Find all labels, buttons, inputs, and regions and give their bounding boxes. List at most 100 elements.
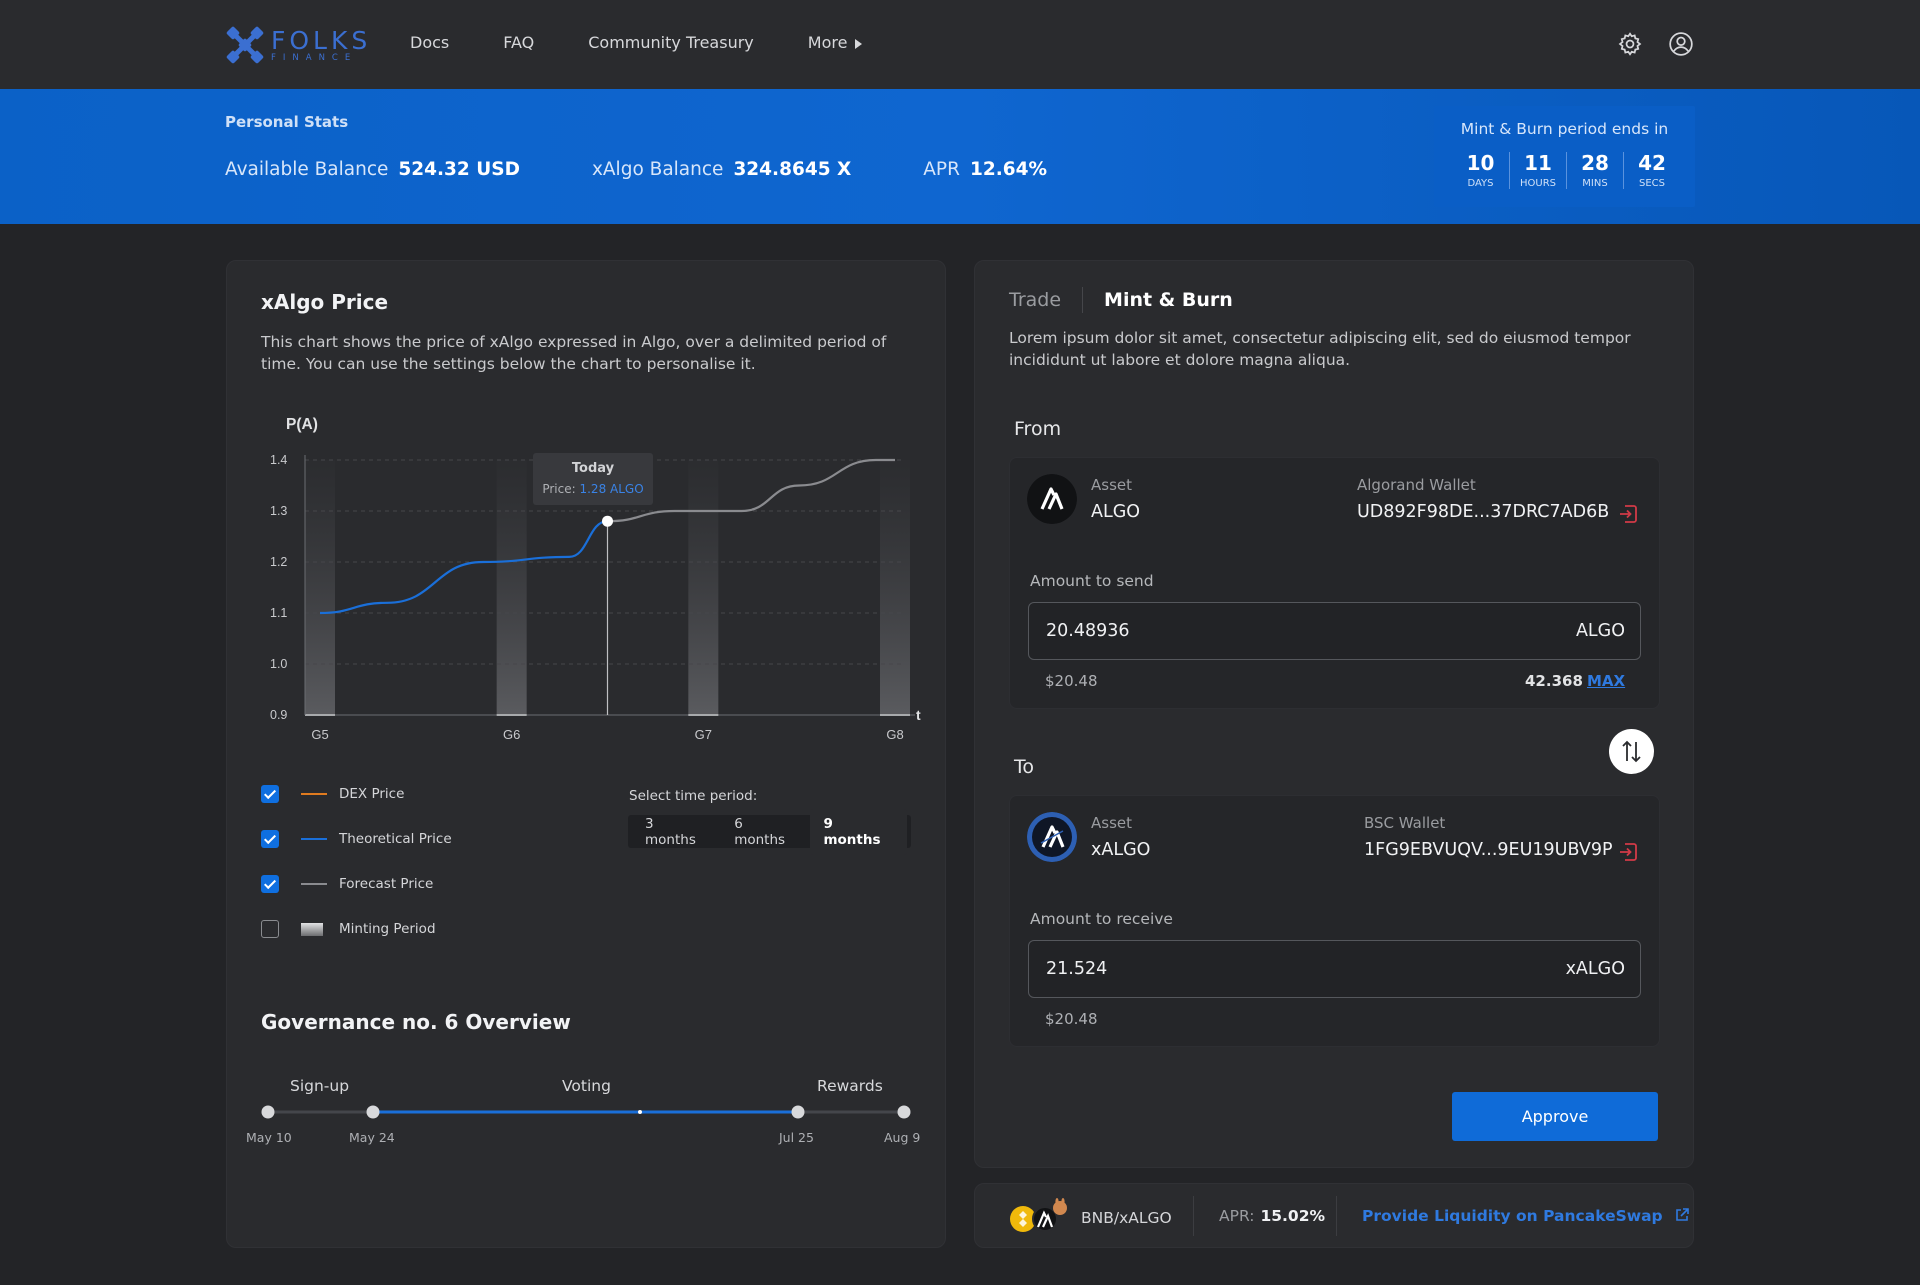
x-axis-label: t — [916, 707, 921, 723]
countdown-days: 10 DAYS — [1452, 152, 1509, 189]
checkbox-minting-period[interactable] — [261, 920, 279, 938]
phase-voting: Voting — [562, 1077, 611, 1095]
countdown-title: Mint & Burn period ends in — [1460, 120, 1669, 138]
tooltip-title: Today — [571, 461, 615, 476]
chart-tooltip: Today Price: 1.28 ALGO — [533, 453, 653, 505]
nav-community-treasury[interactable]: Community Treasury — [588, 33, 754, 52]
nav-docs[interactable]: Docs — [410, 33, 449, 52]
nav-faq[interactable]: FAQ — [503, 33, 534, 52]
tab-mint-burn[interactable]: Mint & Burn — [1104, 289, 1233, 311]
xalgo-balance-stat: xAlgo Balance 324.8645 X — [592, 159, 851, 180]
amount-to-send-value: 20.48936 — [1046, 621, 1130, 641]
amount-to-receive-value: 21.524 — [1046, 959, 1108, 979]
legend-label-forecast: Forecast Price — [339, 876, 434, 892]
logo-subtext: FINANCE — [271, 52, 358, 63]
timeline-date-1: May 24 — [349, 1130, 395, 1145]
tooltip-price: Price: 1.28 ALGO — [533, 482, 653, 496]
countdown-secs: 42 SECS — [1623, 152, 1680, 189]
minting-period-bar — [305, 460, 335, 715]
checkbox-dex-price[interactable] — [261, 785, 279, 803]
y-tick-label: 1.4 — [270, 453, 287, 467]
timeline-current-marker — [638, 1110, 642, 1114]
liquidity-divider — [1193, 1196, 1194, 1236]
legend-label-dex: DEX Price — [339, 786, 405, 802]
countdown-mins-value: 28 — [1581, 151, 1609, 175]
legend-dex-price[interactable]: DEX Price — [261, 784, 452, 804]
y-tick-label: 0.9 — [270, 708, 287, 722]
personal-stats-title: Personal Stats — [225, 113, 349, 131]
pancakeswap-icon — [1053, 1201, 1067, 1215]
y-tick-label: 1.2 — [270, 555, 287, 569]
price-panel-description: This chart shows the price of xAlgo expr… — [261, 333, 887, 373]
minting-period-bar — [880, 460, 910, 715]
approve-button[interactable]: Approve — [1452, 1092, 1658, 1141]
liquidity-divider — [1336, 1196, 1337, 1236]
amount-to-receive-input[interactable]: 21.524 xALGO — [1028, 940, 1641, 998]
user-account-icon[interactable] — [1668, 31, 1694, 57]
legend-theoretical-price[interactable]: Theoretical Price — [261, 829, 452, 849]
disconnect-wallet-icon[interactable] — [1617, 840, 1639, 864]
swap-tabs: Trade Mint & Burn — [1009, 287, 1233, 313]
disconnect-wallet-icon[interactable] — [1617, 502, 1639, 526]
chart-legend: DEX Price Theoretical Price Forecast Pri… — [261, 784, 452, 964]
amount-to-send-input[interactable]: 20.48936 ALGO — [1028, 602, 1641, 660]
x-tick-label: G7 — [695, 727, 712, 742]
timeline-date-3: Aug 9 — [884, 1130, 921, 1145]
available-balance-label: Available Balance — [225, 159, 389, 180]
xalgo-coin-icon — [1032, 1206, 1058, 1232]
algo-logo-icon — [1027, 474, 1077, 524]
legend-line-blue — [301, 838, 327, 840]
bnb-xalgo-pair-icon — [1010, 1198, 1067, 1232]
to-asset-card: Asset xALGO BSC Wallet 1FG9EBVUQV...9EU1… — [1009, 795, 1660, 1047]
today-price-point — [602, 515, 613, 527]
personal-stats-row: Available Balance 524.32 USD xAlgo Balanc… — [225, 159, 1119, 180]
tab-trade[interactable]: Trade — [1009, 289, 1061, 311]
pool-apr-label: APR: — [1219, 1207, 1255, 1225]
receive-usd-value: $20.48 — [1045, 1010, 1098, 1028]
time-period-selector: 3 months 6 months 9 months — [628, 808, 911, 855]
xalgo-balance-value: 324.8645 X — [733, 159, 852, 180]
x-tick-label: G6 — [503, 727, 520, 742]
pool-pair-name: BNB/xALGO — [1081, 1209, 1172, 1227]
nav-more[interactable]: More — [808, 33, 863, 52]
from-balance: 42.368 — [1525, 672, 1583, 690]
checkbox-forecast-price[interactable] — [261, 875, 279, 893]
logo-wordmark: FOLKS — [271, 25, 372, 55]
legend-line-gray — [301, 883, 327, 885]
folks-finance-logo[interactable]: FOLKS FINANCE — [225, 25, 371, 65]
folks-logo-icon — [226, 26, 264, 64]
period-6-months[interactable]: 6 months — [721, 809, 810, 855]
tab-divider — [1082, 287, 1084, 313]
time-period-label: Select time period: — [629, 788, 758, 804]
y-tick-label: 1.1 — [270, 606, 287, 620]
timeline-dot-signup-start — [261, 1105, 275, 1119]
from-wallet-address: UD892F98DE...37DRC7AD6B — [1357, 502, 1610, 522]
pool-apr: APR: 15.02% — [1219, 1207, 1325, 1225]
from-asset-value: ALGO — [1091, 502, 1141, 522]
checkbox-theoretical-price[interactable] — [261, 830, 279, 848]
max-button[interactable]: MAX — [1587, 672, 1625, 690]
tooltip-price-label: Price: — [542, 482, 576, 496]
amount-to-send-label: Amount to send — [1030, 572, 1154, 590]
legend-forecast-price[interactable]: Forecast Price — [261, 874, 452, 894]
from-asset-card: Asset ALGO Algorand Wallet UD892F98DE...… — [1009, 457, 1660, 709]
timeline-date-2: Jul 25 — [779, 1130, 814, 1145]
countdown-hours-value: 11 — [1524, 151, 1552, 175]
governance-title: Governance no. 6 Overview — [261, 1010, 571, 1034]
phase-signup: Sign-up — [290, 1077, 350, 1095]
swap-arrows-icon — [1622, 740, 1641, 763]
amount-to-send-unit: ALGO — [1575, 621, 1625, 641]
legend-minting-period[interactable]: Minting Period — [261, 919, 452, 939]
gear-icon[interactable] — [1617, 31, 1643, 57]
pancakeswap-liquidity-link[interactable]: Provide Liquidity on PancakeSwap — [1362, 1207, 1690, 1225]
swap-description: Lorem ipsum dolor sit amet, consectetur … — [1009, 329, 1631, 369]
nav-more-label: More — [807, 33, 848, 52]
period-9-months[interactable]: 9 months — [810, 808, 908, 855]
legend-label-theoretical: Theoretical Price — [339, 831, 452, 847]
to-wallet-address: 1FG9EBVUQV...9EU19UBV9P — [1364, 840, 1613, 860]
period-3-months[interactable]: 3 months — [632, 809, 721, 855]
y-tick-label: 1.0 — [270, 657, 287, 671]
governance-timeline — [261, 1105, 911, 1119]
phase-rewards: Rewards — [817, 1077, 883, 1095]
swap-direction-button[interactable] — [1609, 729, 1654, 774]
